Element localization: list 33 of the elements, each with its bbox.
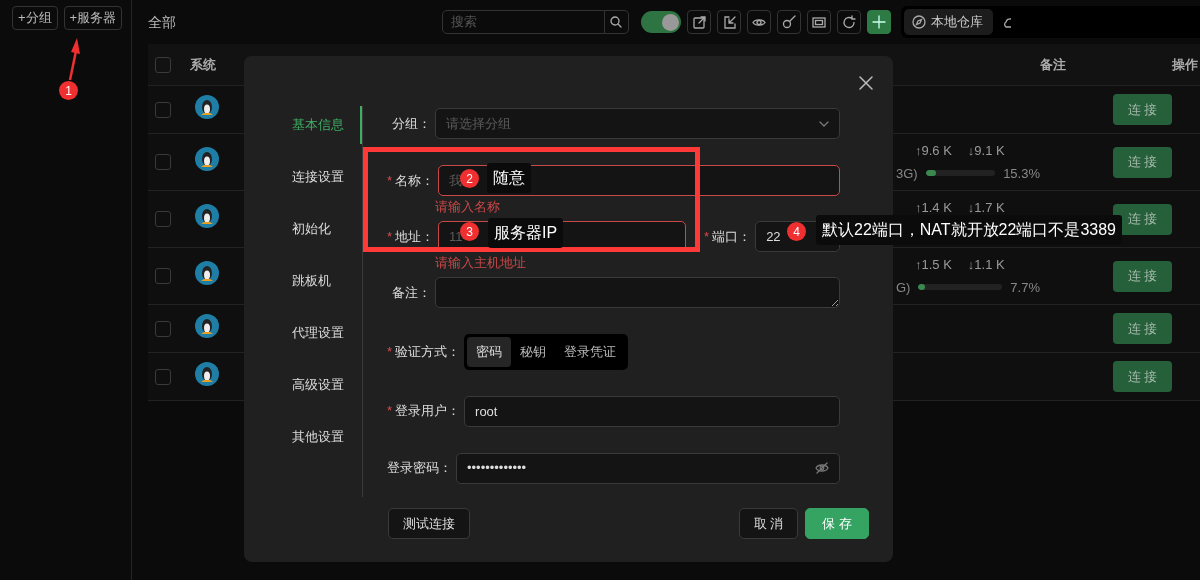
usage-percent: 15.3% bbox=[1003, 164, 1040, 183]
column-header: 操作 bbox=[1172, 56, 1198, 72]
field-label: 名称： bbox=[395, 172, 435, 188]
field-label: 端口： bbox=[712, 228, 752, 244]
annotation-number: 1 bbox=[59, 81, 78, 100]
field-label: 分组： bbox=[392, 115, 431, 131]
required-mark: * bbox=[387, 403, 393, 419]
field-label: 备注： bbox=[392, 284, 431, 300]
required-mark: * bbox=[704, 228, 710, 244]
field-label: 登录密码： bbox=[387, 460, 452, 476]
upload-speed: ↑1.4 K bbox=[915, 199, 952, 217]
download-speed: ↓1.1 K bbox=[967, 256, 1005, 274]
download-speed: ↓9.1 K bbox=[967, 142, 1005, 160]
note-tooltip: 随意 bbox=[487, 163, 531, 193]
column-header: 系统 bbox=[190, 56, 216, 72]
upload-speed: ↑1.5 K bbox=[915, 256, 952, 274]
memory-text: 3G) bbox=[896, 164, 918, 183]
memory-text: G) bbox=[896, 278, 911, 297]
upload-speed: ↑9.6 K bbox=[915, 142, 952, 160]
error-text: 请输入名称 bbox=[435, 199, 500, 214]
error-text: 请输入主机地址 bbox=[435, 255, 526, 270]
required-mark: * bbox=[387, 344, 393, 359]
usage-percent: 7.7% bbox=[1010, 278, 1040, 297]
column-header: 备注 bbox=[1040, 55, 1066, 74]
field-label: 验证方式： bbox=[395, 344, 461, 359]
required-mark: * bbox=[387, 172, 393, 188]
field-label: 地址： bbox=[395, 228, 435, 244]
required-mark: * bbox=[387, 228, 393, 244]
section-title: 全部 bbox=[148, 12, 177, 32]
note-tooltip: 服务器IP bbox=[488, 218, 564, 248]
download-speed: ↓1.7 K bbox=[967, 199, 1005, 217]
note-tooltip: 默认22端口，NAT就开放22端口不是3389 bbox=[816, 215, 1122, 245]
field-label: 登录用户： bbox=[395, 403, 461, 419]
